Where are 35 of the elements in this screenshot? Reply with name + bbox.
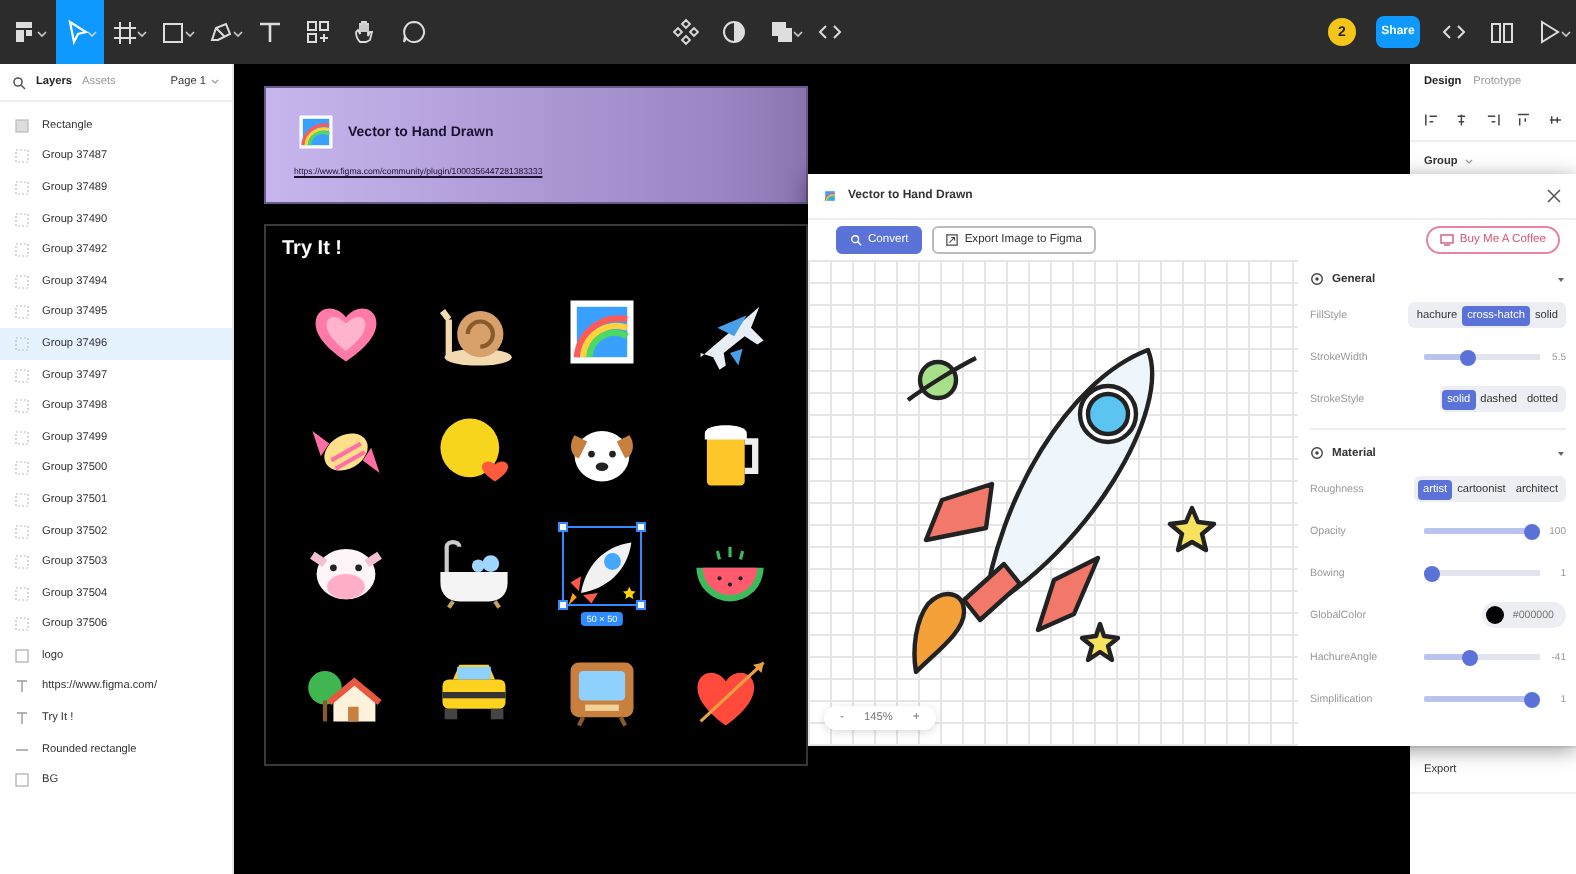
layer-frame-icon bbox=[14, 647, 30, 664]
slider-thumb[interactable] bbox=[1524, 691, 1540, 707]
slider-thumb[interactable] bbox=[1524, 523, 1540, 539]
align-icon[interactable] bbox=[1547, 112, 1563, 128]
layer-rect-icon bbox=[14, 117, 30, 134]
align-icon[interactable] bbox=[1485, 112, 1501, 128]
slider-thumb[interactable] bbox=[1462, 649, 1479, 665]
rainbow-icon bbox=[294, 110, 338, 154]
export-icon[interactable] bbox=[946, 234, 959, 246]
chevron-icon[interactable] bbox=[210, 78, 220, 86]
menu-icon[interactable] bbox=[10, 16, 50, 48]
rainbow-icon bbox=[822, 188, 838, 204]
slider-thumb[interactable] bbox=[1424, 565, 1440, 581]
align-icon[interactable] bbox=[1424, 112, 1439, 128]
frame-icon[interactable] bbox=[110, 16, 150, 48]
palette-icon bbox=[1310, 446, 1324, 460]
collapse-caret-icon[interactable] bbox=[1556, 449, 1566, 457]
monitor-icon[interactable] bbox=[1439, 234, 1454, 246]
boolean-icon[interactable] bbox=[766, 16, 806, 48]
close-icon[interactable] bbox=[1546, 188, 1562, 204]
slider-track[interactable] bbox=[1424, 691, 1540, 707]
search-icon[interactable] bbox=[12, 75, 26, 89]
layer-text-icon bbox=[14, 710, 30, 727]
chevron-icon[interactable] bbox=[1463, 158, 1474, 166]
slider-thumb[interactable] bbox=[1460, 349, 1477, 365]
settings-icon bbox=[1310, 272, 1324, 286]
color-swatch[interactable] bbox=[1486, 606, 1505, 624]
align-icon[interactable] bbox=[1516, 112, 1532, 128]
slider-track[interactable] bbox=[1424, 523, 1540, 539]
collapse-caret-icon[interactable] bbox=[1556, 275, 1566, 283]
layer-frame-icon bbox=[14, 772, 30, 789]
slider-track[interactable] bbox=[1424, 565, 1540, 581]
frame-title: Try It ! bbox=[282, 238, 345, 260]
align-icon[interactable] bbox=[1454, 112, 1470, 128]
layer-text-icon bbox=[14, 678, 30, 695]
